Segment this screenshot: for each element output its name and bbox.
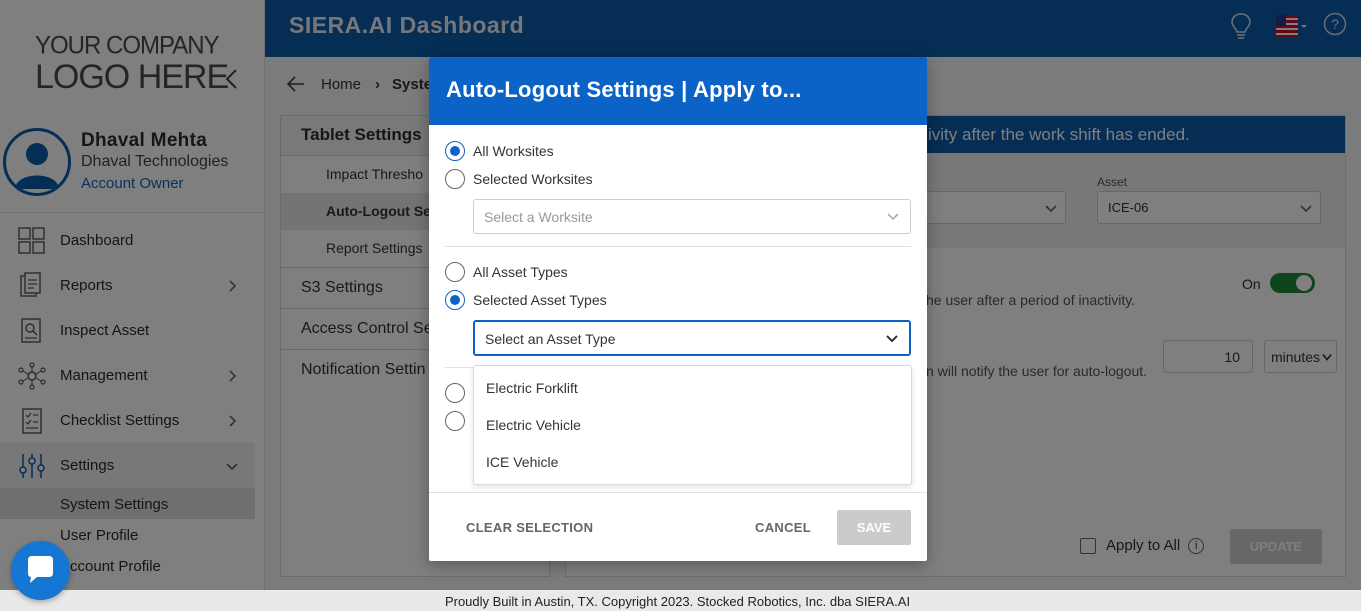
worksite-select[interactable]: Select a Worksite bbox=[473, 199, 911, 234]
radio-button[interactable] bbox=[445, 411, 465, 431]
worksite-select-placeholder: Select a Worksite bbox=[484, 209, 593, 225]
radio-button[interactable] bbox=[445, 169, 465, 189]
asset-type-select-placeholder: Select an Asset Type bbox=[485, 331, 616, 347]
radio-label: All Asset Types bbox=[473, 264, 568, 280]
asset-type-select[interactable]: Select an Asset Type bbox=[473, 320, 911, 356]
chevron-down-icon bbox=[887, 213, 899, 221]
radio-button[interactable] bbox=[445, 262, 465, 282]
modal-divider bbox=[445, 246, 911, 247]
radio-button[interactable] bbox=[445, 290, 465, 310]
chat-bubble-icon bbox=[28, 556, 53, 583]
radio-button[interactable] bbox=[445, 141, 465, 161]
radio-hidden-option-1[interactable] bbox=[445, 383, 473, 403]
radio-button[interactable] bbox=[445, 383, 465, 403]
modal-title: Auto-Logout Settings | Apply to... bbox=[429, 57, 927, 125]
dropdown-option[interactable]: Electric Vehicle bbox=[474, 403, 911, 440]
apply-to-modal: Auto-Logout Settings | Apply to... All W… bbox=[429, 57, 927, 561]
modal-footer: CLEAR SELECTION CANCEL SAVE bbox=[429, 492, 927, 561]
radio-label: Selected Worksites bbox=[473, 171, 593, 187]
radio-all-worksites[interactable]: All Worksites bbox=[445, 141, 554, 161]
dropdown-option[interactable]: ICE Vehicle bbox=[474, 440, 911, 477]
dropdown-option[interactable]: Electric Forklift bbox=[474, 366, 911, 403]
chevron-down-icon bbox=[886, 335, 898, 343]
radio-label: Selected Asset Types bbox=[473, 292, 607, 308]
footer-text: Proudly Built in Austin, TX. Copyright 2… bbox=[444, 594, 911, 609]
radio-all-asset-types[interactable]: All Asset Types bbox=[445, 262, 568, 282]
radio-hidden-option-2[interactable] bbox=[445, 411, 473, 431]
clear-selection-button[interactable]: CLEAR SELECTION bbox=[466, 520, 593, 535]
asset-type-dropdown: Electric Forklift Electric Vehicle ICE V… bbox=[473, 365, 912, 485]
cancel-button[interactable]: CANCEL bbox=[755, 520, 811, 535]
footer: Proudly Built in Austin, TX. Copyright 2… bbox=[0, 590, 1361, 611]
radio-selected-worksites[interactable]: Selected Worksites bbox=[445, 169, 593, 189]
save-button[interactable]: SAVE bbox=[837, 510, 911, 545]
radio-selected-asset-types[interactable]: Selected Asset Types bbox=[445, 290, 607, 310]
chat-support-button[interactable] bbox=[11, 541, 70, 600]
radio-label: All Worksites bbox=[473, 143, 554, 159]
